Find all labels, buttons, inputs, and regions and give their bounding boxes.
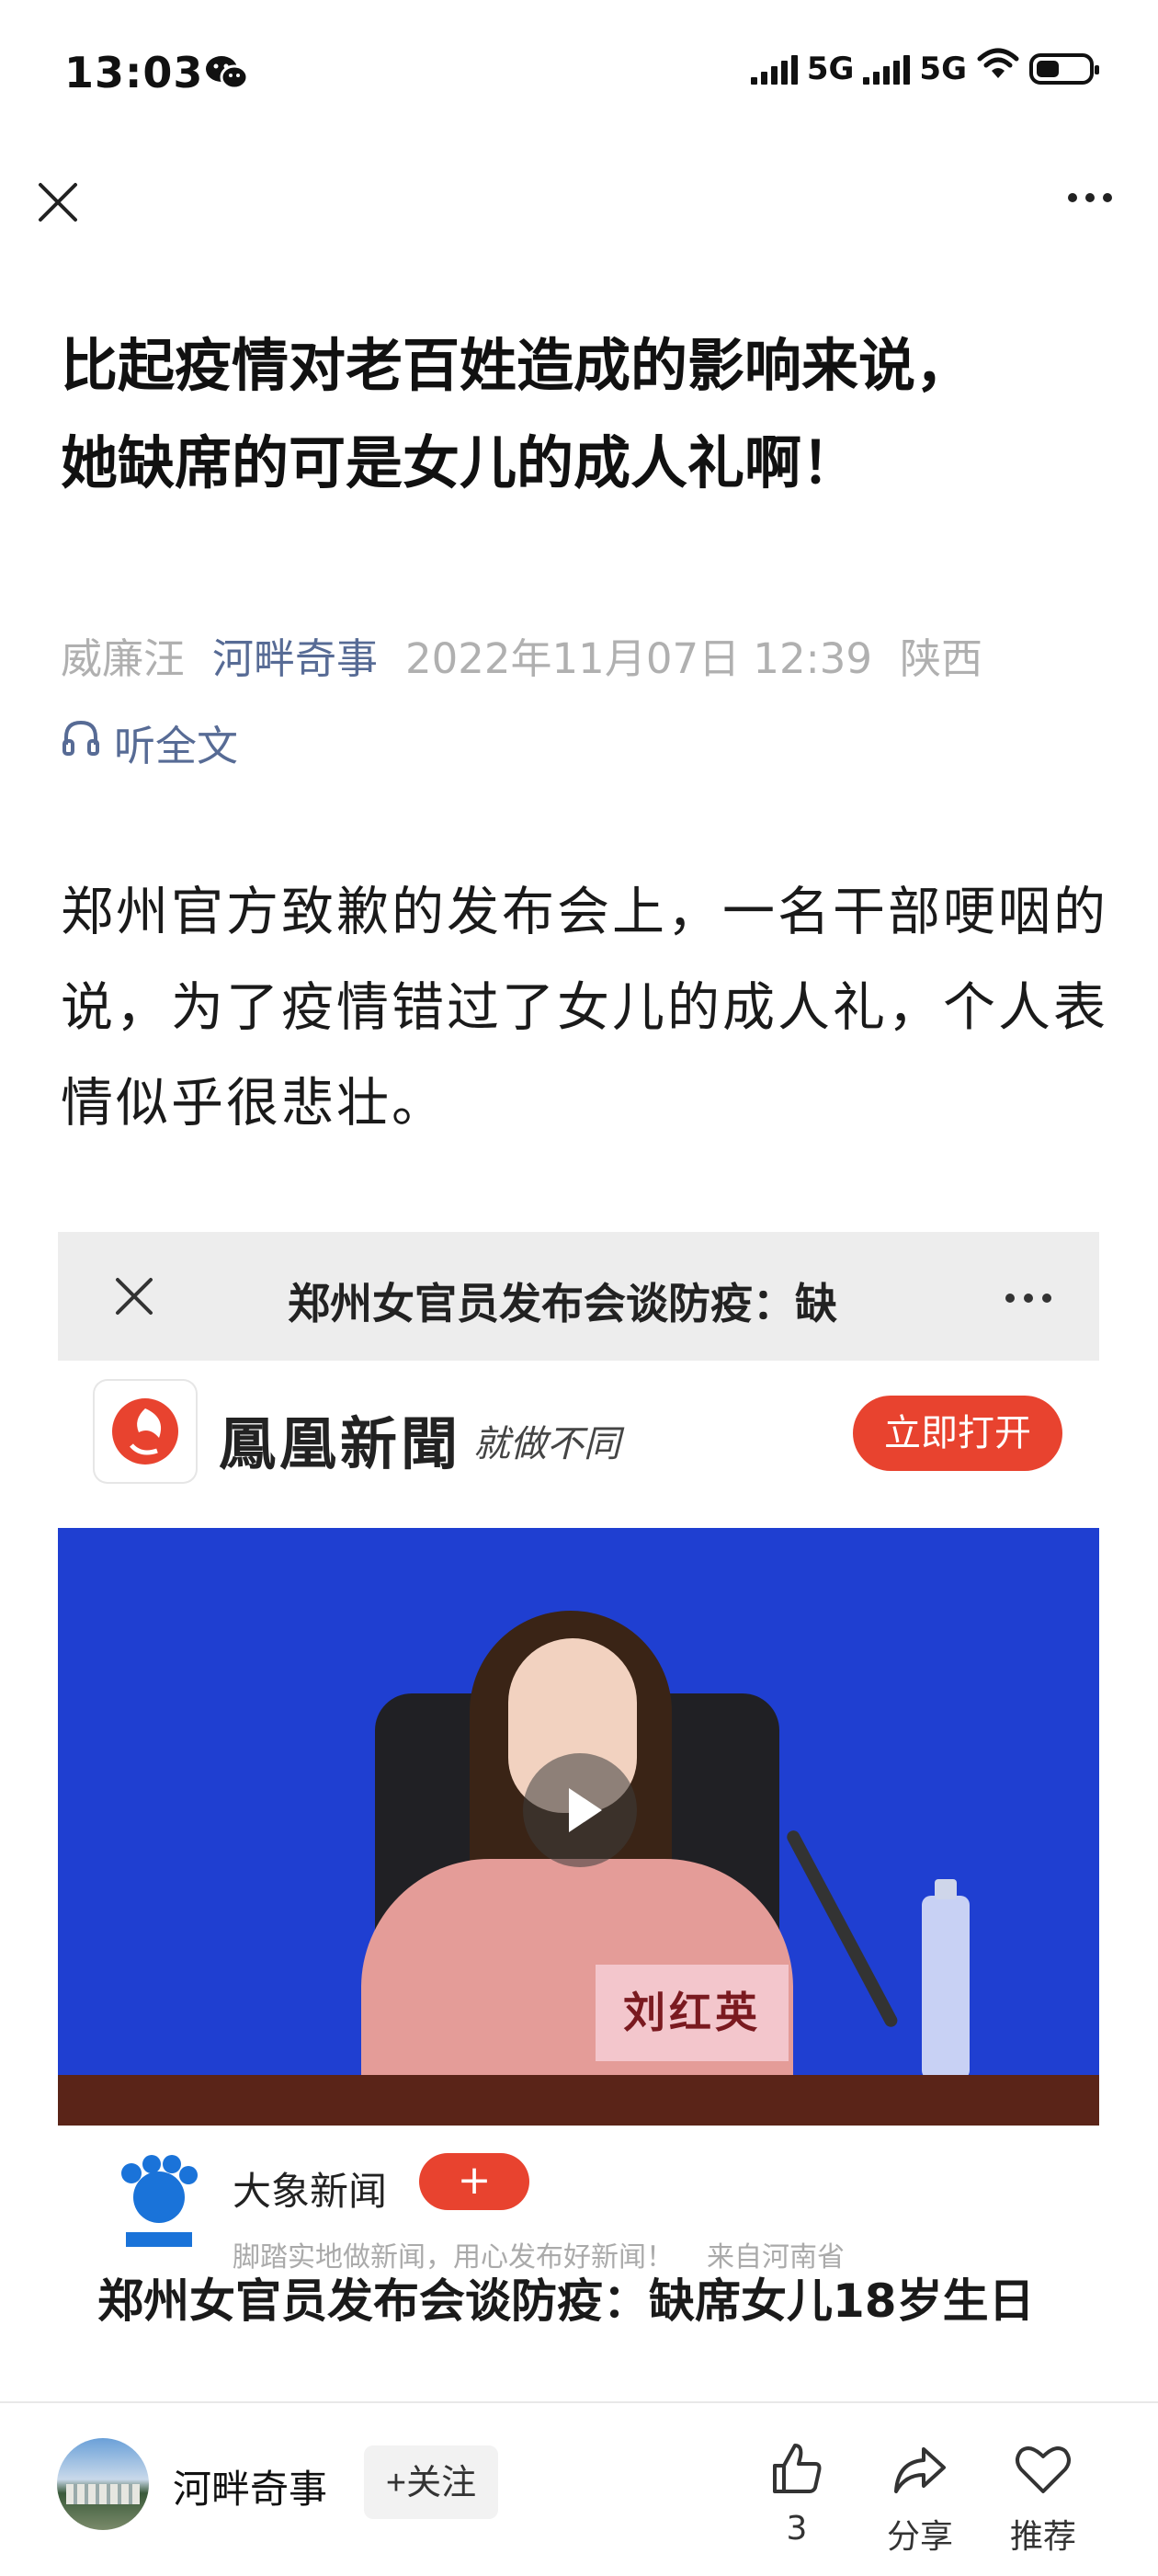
share-label: 分享 [886, 2518, 953, 2556]
listen-full-button[interactable]: 听全文 [61, 712, 238, 772]
ifeng-banner: 鳳凰新聞 就做不同 立即打开 [58, 1361, 1099, 1519]
article-meta: 威廉汪 河畔奇事 2022年11月07日 12:39 陕西 [61, 625, 982, 685]
source-name: 大象新闻 [233, 2169, 388, 2214]
water-bottle [922, 1879, 970, 2080]
embed-title-bar: 郑州女官员发布会谈防疫：缺 [58, 1232, 1099, 1361]
status-time: 13:03 [64, 48, 204, 97]
listen-label: 听全文 [114, 722, 239, 770]
embed-more-icon [1005, 1294, 1051, 1303]
play-icon [523, 1753, 637, 1867]
share-icon [869, 2440, 971, 2499]
source-follow-button: + [419, 2153, 529, 2210]
elephant-logo-icon [113, 2153, 205, 2254]
ifeng-logo-icon [95, 1381, 196, 1482]
wifi-icon [976, 48, 1020, 89]
status-indicators: 5G 5G [750, 48, 1099, 89]
like-button[interactable]: 3 [746, 2440, 847, 2548]
battery-icon [1029, 52, 1099, 85]
embed-title: 郑州女官员发布会谈防疫：缺 [288, 1279, 837, 1328]
signal-icon [750, 53, 798, 85]
embed-close-icon [113, 1275, 155, 1321]
article-title: 比起疫情对老百姓造成的影响来说，她缺席的可是女儿的成人礼啊！ [61, 332, 973, 496]
account-link[interactable]: 河畔奇事 [212, 625, 378, 685]
embedded-image[interactable]: 郑州女官员发布会谈防疫：缺 鳳凰新聞 就做不同 立即打开 刘红英 大象新闻 + … [58, 1232, 1099, 2399]
thumbs-up-icon [746, 2440, 847, 2499]
ifeng-slogan: 就做不同 [473, 1423, 620, 1465]
wechat-icon [204, 53, 250, 96]
embed-headline: 郑州女官员发布会谈防疫：缺席女儿18岁生日 [97, 2274, 1035, 2328]
like-count: 3 [786, 2510, 808, 2548]
recommend-label: 推荐 [1009, 2518, 1076, 2556]
bottom-account-name[interactable]: 河畔奇事 [173, 2458, 327, 2514]
follow-button[interactable]: +关注 [364, 2445, 498, 2519]
author-name: 威廉汪 [61, 634, 186, 683]
nameplate: 刘红英 [596, 1965, 789, 2061]
open-app-button: 立即打开 [853, 1396, 1062, 1471]
ifeng-name: 鳳凰新聞 [219, 1410, 462, 1477]
microphone-icon [784, 1828, 900, 2030]
recommend-button[interactable]: 推荐 [993, 2440, 1094, 2558]
source-slogan: 脚踏实地做新闻，用心发布好新闻！ [233, 2241, 674, 2274]
source-region: 来自河南省 [707, 2241, 845, 2274]
account-avatar[interactable] [57, 2438, 149, 2530]
signal-icon [863, 53, 911, 85]
more-icon[interactable] [1068, 193, 1112, 202]
publish-datetime: 2022年11月07日 12:39 [405, 634, 873, 683]
article-body: 郑州官方致歉的发布会上，一名干部哽咽的说，为了疫情错过了女儿的成人礼，个人表情似… [61, 882, 1108, 1134]
source-tagline: 脚踏实地做新闻，用心发布好新闻！ 来自河南省 [233, 2234, 845, 2274]
publish-location: 陕西 [900, 634, 983, 683]
bottom-bar: 河畔奇事 +关注 3 分享 推荐 [0, 2401, 1158, 2576]
video-frame: 刘红英 [58, 1528, 1099, 2126]
network-label: 5G [919, 50, 967, 87]
headphones-icon [61, 717, 101, 768]
heart-icon [993, 2440, 1094, 2499]
close-icon[interactable] [35, 179, 81, 225]
desk-shape [58, 2075, 1099, 2126]
network-label: 5G [806, 50, 855, 87]
share-button[interactable]: 分享 [869, 2440, 971, 2558]
